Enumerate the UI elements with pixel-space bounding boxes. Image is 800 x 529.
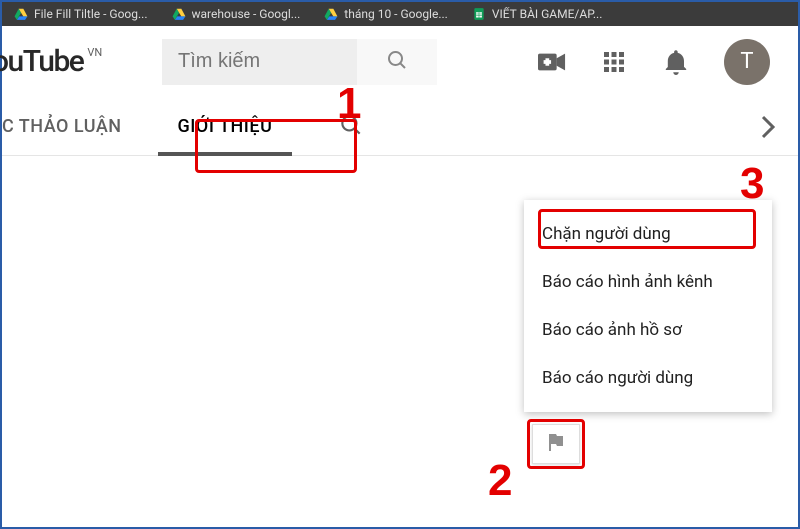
search-area — [162, 39, 437, 85]
search-button[interactable] — [357, 39, 437, 85]
browser-tab[interactable]: File Fill Tiltle - Goog... — [6, 2, 156, 26]
google-drive-icon — [324, 7, 338, 21]
browser-tab-label: warehouse - Googl... — [192, 7, 301, 21]
menu-item-label: Chặn người dùng — [542, 224, 671, 244]
youtube-header: ouTube VN T — [2, 26, 798, 98]
browser-tab-strip: File Fill Tiltle - Goog... warehouse - G… — [2, 2, 798, 26]
browser-tab-label: VIẾT BÀI GAME/AP... — [492, 7, 603, 21]
browser-tab[interactable]: warehouse - Googl... — [164, 2, 309, 26]
tab-label: GIỚI THIỆU — [178, 116, 273, 137]
logo-text: ouTube — [0, 44, 83, 79]
menu-item-label: Báo cáo hình ảnh kênh — [542, 272, 713, 292]
flag-report-button[interactable] — [532, 424, 580, 464]
browser-tab-label: tháng 10 - Google... — [344, 7, 448, 21]
youtube-logo[interactable]: ouTube VN — [2, 44, 162, 79]
tab-discussion[interactable]: C THẢO LUẬN — [2, 98, 142, 155]
flag-context-menu: Chặn người dùng Báo cáo hình ảnh kênh Bá… — [524, 200, 772, 412]
menu-item-report-profile-photo[interactable]: Báo cáo ảnh hồ sơ — [524, 306, 772, 354]
apps-grid-icon[interactable] — [600, 48, 628, 76]
menu-item-report-channel-art[interactable]: Báo cáo hình ảnh kênh — [524, 258, 772, 306]
browser-tab-label: File Fill Tiltle - Goog... — [34, 7, 148, 21]
search-input[interactable] — [162, 39, 357, 85]
menu-item-label: Báo cáo ảnh hồ sơ — [542, 320, 682, 340]
tab-about[interactable]: GIỚI THIỆU — [158, 98, 293, 155]
create-video-icon[interactable] — [538, 48, 566, 76]
browser-tab[interactable]: VIẾT BÀI GAME/AP... — [464, 2, 611, 26]
logo-country: VN — [87, 46, 102, 59]
search-icon — [385, 48, 409, 75]
menu-item-report-user[interactable]: Báo cáo người dùng — [524, 354, 772, 402]
avatar[interactable]: T — [724, 39, 770, 85]
notifications-bell-icon[interactable] — [662, 48, 690, 76]
channel-tab-bar: C THẢO LUẬN GIỚI THIỆU — [2, 98, 798, 156]
chevron-right-icon[interactable] — [748, 113, 788, 141]
menu-item-label: Báo cáo người dùng — [542, 368, 693, 388]
browser-tab[interactable]: tháng 10 - Google... — [316, 2, 456, 26]
channel-search-icon[interactable] — [338, 112, 364, 142]
annotation-number-2: 2 — [488, 456, 512, 506]
flag-icon — [544, 430, 568, 458]
avatar-initial: T — [740, 49, 753, 74]
google-drive-icon — [172, 7, 186, 21]
header-actions: T — [538, 39, 778, 85]
google-sheets-icon — [472, 7, 486, 21]
google-drive-icon — [14, 7, 28, 21]
tab-label: C THẢO LUẬN — [2, 116, 122, 137]
menu-item-block-user[interactable]: Chặn người dùng — [524, 210, 772, 258]
